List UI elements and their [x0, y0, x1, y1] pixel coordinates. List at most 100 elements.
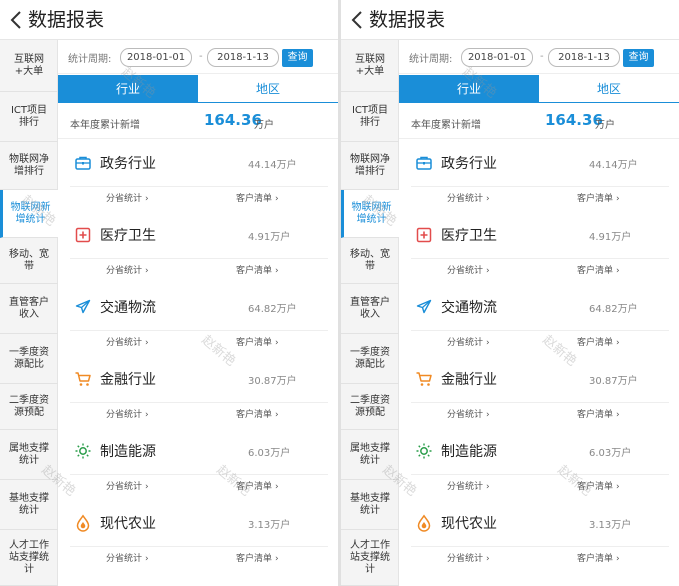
province-stats-link[interactable]: 分省统计 ›: [447, 407, 490, 420]
province-stats-link[interactable]: 分省统计 ›: [447, 335, 490, 348]
customer-list-label: 客户清单: [577, 554, 614, 564]
province-stats-link[interactable]: 分省统计 ›: [447, 479, 490, 492]
chevron-right-icon: ›: [145, 410, 149, 420]
sidebar-item-8[interactable]: 属地支撑统计: [341, 430, 399, 480]
customer-list-link[interactable]: 客户清单 ›: [236, 191, 279, 204]
chevron-right-icon: ›: [486, 554, 490, 564]
panel-separator: [338, 0, 341, 586]
sidebar-item-6[interactable]: 一季度资源配比: [0, 334, 58, 384]
sidebar-item-3[interactable]: 物联网新增统计: [341, 190, 399, 238]
customer-list-link[interactable]: 客户清单 ›: [577, 407, 620, 420]
industry-value: 64.82万户: [248, 304, 297, 315]
sidebar-item-4[interactable]: 移动、宽带: [341, 238, 399, 284]
sidebar-item-0[interactable]: 互联网+大单: [0, 40, 58, 92]
chevron-right-icon: ›: [616, 338, 620, 348]
industry-name: 金融行业: [441, 372, 497, 388]
customer-list-link[interactable]: 客户清单 ›: [577, 479, 620, 492]
industry-name: 交通物流: [441, 300, 497, 316]
province-stats-link[interactable]: 分省统计 ›: [106, 551, 149, 564]
customer-list-link[interactable]: 客户清单 ›: [236, 407, 279, 420]
sidebar-item-10[interactable]: 人才工作站支撑统计: [341, 530, 399, 586]
province-stats-link[interactable]: 分省统计 ›: [106, 479, 149, 492]
query-button[interactable]: 查询: [282, 49, 313, 67]
start-date-input[interactable]: 2018-01-01: [461, 48, 533, 67]
tab-region[interactable]: 地区: [539, 75, 679, 103]
sidebar-item-3[interactable]: 物联网新增统计: [0, 190, 58, 238]
divider: [411, 474, 669, 475]
sidebar-item-2[interactable]: 物联网净增排行: [0, 142, 58, 190]
sidebar-item-6[interactable]: 一季度资源配比: [341, 334, 399, 384]
province-stats-link[interactable]: 分省统计 ›: [447, 551, 490, 564]
start-date-input[interactable]: 2018-01-01: [120, 48, 192, 67]
province-stats-label: 分省统计: [106, 554, 143, 564]
sidebar-item-0[interactable]: 互联网+大单: [341, 40, 399, 92]
province-stats-link[interactable]: 分省统计 ›: [106, 191, 149, 204]
sidebar-item-9[interactable]: 基地支撑统计: [341, 480, 399, 530]
sidebar-item-1[interactable]: ICT项目排行: [341, 92, 399, 142]
industry-name: 制造能源: [441, 444, 497, 460]
customer-list-label: 客户清单: [236, 482, 273, 492]
sidebar-item-5[interactable]: 直管客户收入: [0, 284, 58, 334]
sidebar-item-10[interactable]: 人才工作站支撑统计: [0, 530, 58, 586]
industry-value: 4.91万户: [248, 232, 291, 243]
province-stats-link[interactable]: 分省统计 ›: [447, 191, 490, 204]
customer-list-label: 客户清单: [236, 266, 273, 276]
industry-name: 政务行业: [441, 156, 497, 172]
back-arrow-icon[interactable]: [349, 6, 365, 34]
sidebar-item-7[interactable]: 二季度资源预配: [341, 384, 399, 430]
industry-card: 制造能源 6.03万户 分省统计 › 客户清单 ›: [399, 428, 679, 500]
industry-card: 医疗卫生 4.91万户 分省统计 › 客户清单 ›: [58, 212, 338, 284]
chevron-right-icon: ›: [486, 482, 490, 492]
chevron-right-icon: ›: [616, 266, 620, 276]
industry-value: 4.91万户: [589, 232, 632, 243]
customer-list-link[interactable]: 客户清单 ›: [577, 551, 620, 564]
customer-list-link[interactable]: 客户清单 ›: [577, 263, 620, 276]
chevron-right-icon: ›: [275, 194, 279, 204]
chevron-right-icon: ›: [145, 554, 149, 564]
tab-region[interactable]: 地区: [198, 75, 338, 103]
chevron-right-icon: ›: [616, 410, 620, 420]
chevron-right-icon: ›: [275, 338, 279, 348]
industry-card: 政务行业 44.14万户 分省统计 › 客户清单 ›: [399, 140, 679, 212]
customer-list-label: 客户清单: [577, 194, 614, 204]
industry-card: 交通物流 64.82万户 分省统计 › 客户清单 ›: [58, 284, 338, 356]
customer-list-link[interactable]: 客户清单 ›: [236, 263, 279, 276]
end-date-input[interactable]: 2018-1-13: [207, 48, 279, 67]
chevron-right-icon: ›: [275, 482, 279, 492]
province-stats-label: 分省统计: [106, 194, 143, 204]
industry-card: 交通物流 64.82万户 分省统计 › 客户清单 ›: [399, 284, 679, 356]
back-arrow-icon[interactable]: [8, 6, 24, 34]
customer-list-link[interactable]: 客户清单 ›: [236, 479, 279, 492]
divider: [70, 330, 328, 331]
customer-list-label: 客户清单: [236, 410, 273, 420]
customer-list-label: 客户清单: [236, 338, 273, 348]
province-stats-link[interactable]: 分省统计 ›: [106, 335, 149, 348]
summary-row: 本年度累计新增 164.36 万户: [58, 103, 338, 139]
chevron-right-icon: ›: [486, 266, 490, 276]
top-bar: 数据报表: [0, 0, 338, 40]
sidebar-item-1[interactable]: ICT项目排行: [0, 92, 58, 142]
query-button[interactable]: 查询: [623, 49, 654, 67]
sidebar-item-7[interactable]: 二季度资源预配: [0, 384, 58, 430]
sidebar-item-8[interactable]: 属地支撑统计: [0, 430, 58, 480]
customer-list-link[interactable]: 客户清单 ›: [236, 551, 279, 564]
sidebar-item-2[interactable]: 物联网净增排行: [341, 142, 399, 190]
divider: [411, 330, 669, 331]
tab-industry[interactable]: 行业: [399, 75, 539, 103]
customer-list-label: 客户清单: [577, 266, 614, 276]
sidebar-item-4[interactable]: 移动、宽带: [0, 238, 58, 284]
customer-list-link[interactable]: 客户清单 ›: [577, 191, 620, 204]
date-separator: -: [199, 51, 203, 62]
province-stats-link[interactable]: 分省统计 ›: [447, 263, 490, 276]
customer-list-link[interactable]: 客户清单 ›: [577, 335, 620, 348]
customer-list-label: 客户清单: [236, 554, 273, 564]
province-stats-link[interactable]: 分省统计 ›: [106, 263, 149, 276]
date-separator: -: [540, 51, 544, 62]
end-date-input[interactable]: 2018-1-13: [548, 48, 620, 67]
province-stats-link[interactable]: 分省统计 ›: [106, 407, 149, 420]
sidebar-item-5[interactable]: 直管客户收入: [341, 284, 399, 334]
customer-list-link[interactable]: 客户清单 ›: [236, 335, 279, 348]
province-stats-label: 分省统计: [106, 266, 143, 276]
tab-industry[interactable]: 行业: [58, 75, 198, 103]
sidebar-item-9[interactable]: 基地支撑统计: [0, 480, 58, 530]
